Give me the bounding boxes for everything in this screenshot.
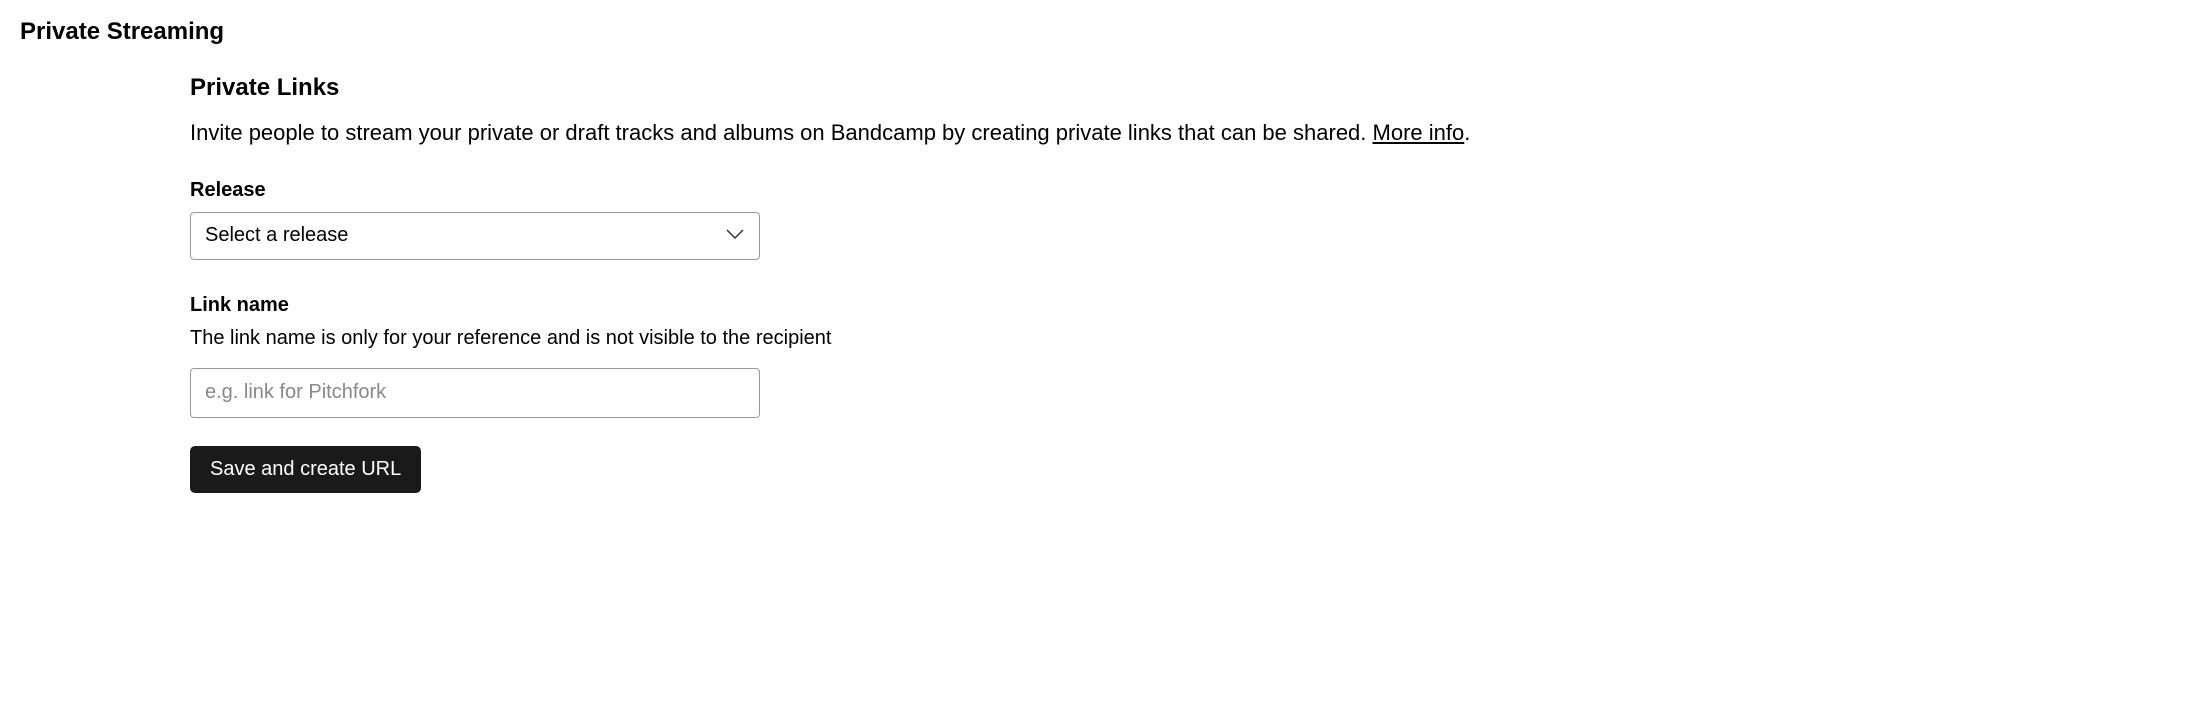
section-description: Invite people to stream your private or … [190, 118, 1590, 149]
more-info-link[interactable]: More info [1373, 120, 1465, 145]
release-selected-value: Select a release [205, 224, 348, 247]
release-select[interactable]: Select a release [190, 212, 760, 260]
form-content: Private Links Invite people to stream yo… [190, 74, 1590, 493]
link-name-input[interactable] [190, 368, 760, 418]
description-trailing: . [1464, 120, 1470, 145]
page-title: Private Streaming [20, 18, 2170, 46]
link-name-help: The link name is only for your reference… [190, 327, 1590, 350]
release-select-wrapper: Select a release [190, 212, 760, 260]
description-text: Invite people to stream your private or … [190, 120, 1373, 145]
save-create-url-button[interactable]: Save and create URL [190, 446, 421, 493]
section-heading: Private Links [190, 74, 1590, 102]
link-name-label: Link name [190, 294, 1590, 317]
release-label: Release [190, 179, 1590, 202]
